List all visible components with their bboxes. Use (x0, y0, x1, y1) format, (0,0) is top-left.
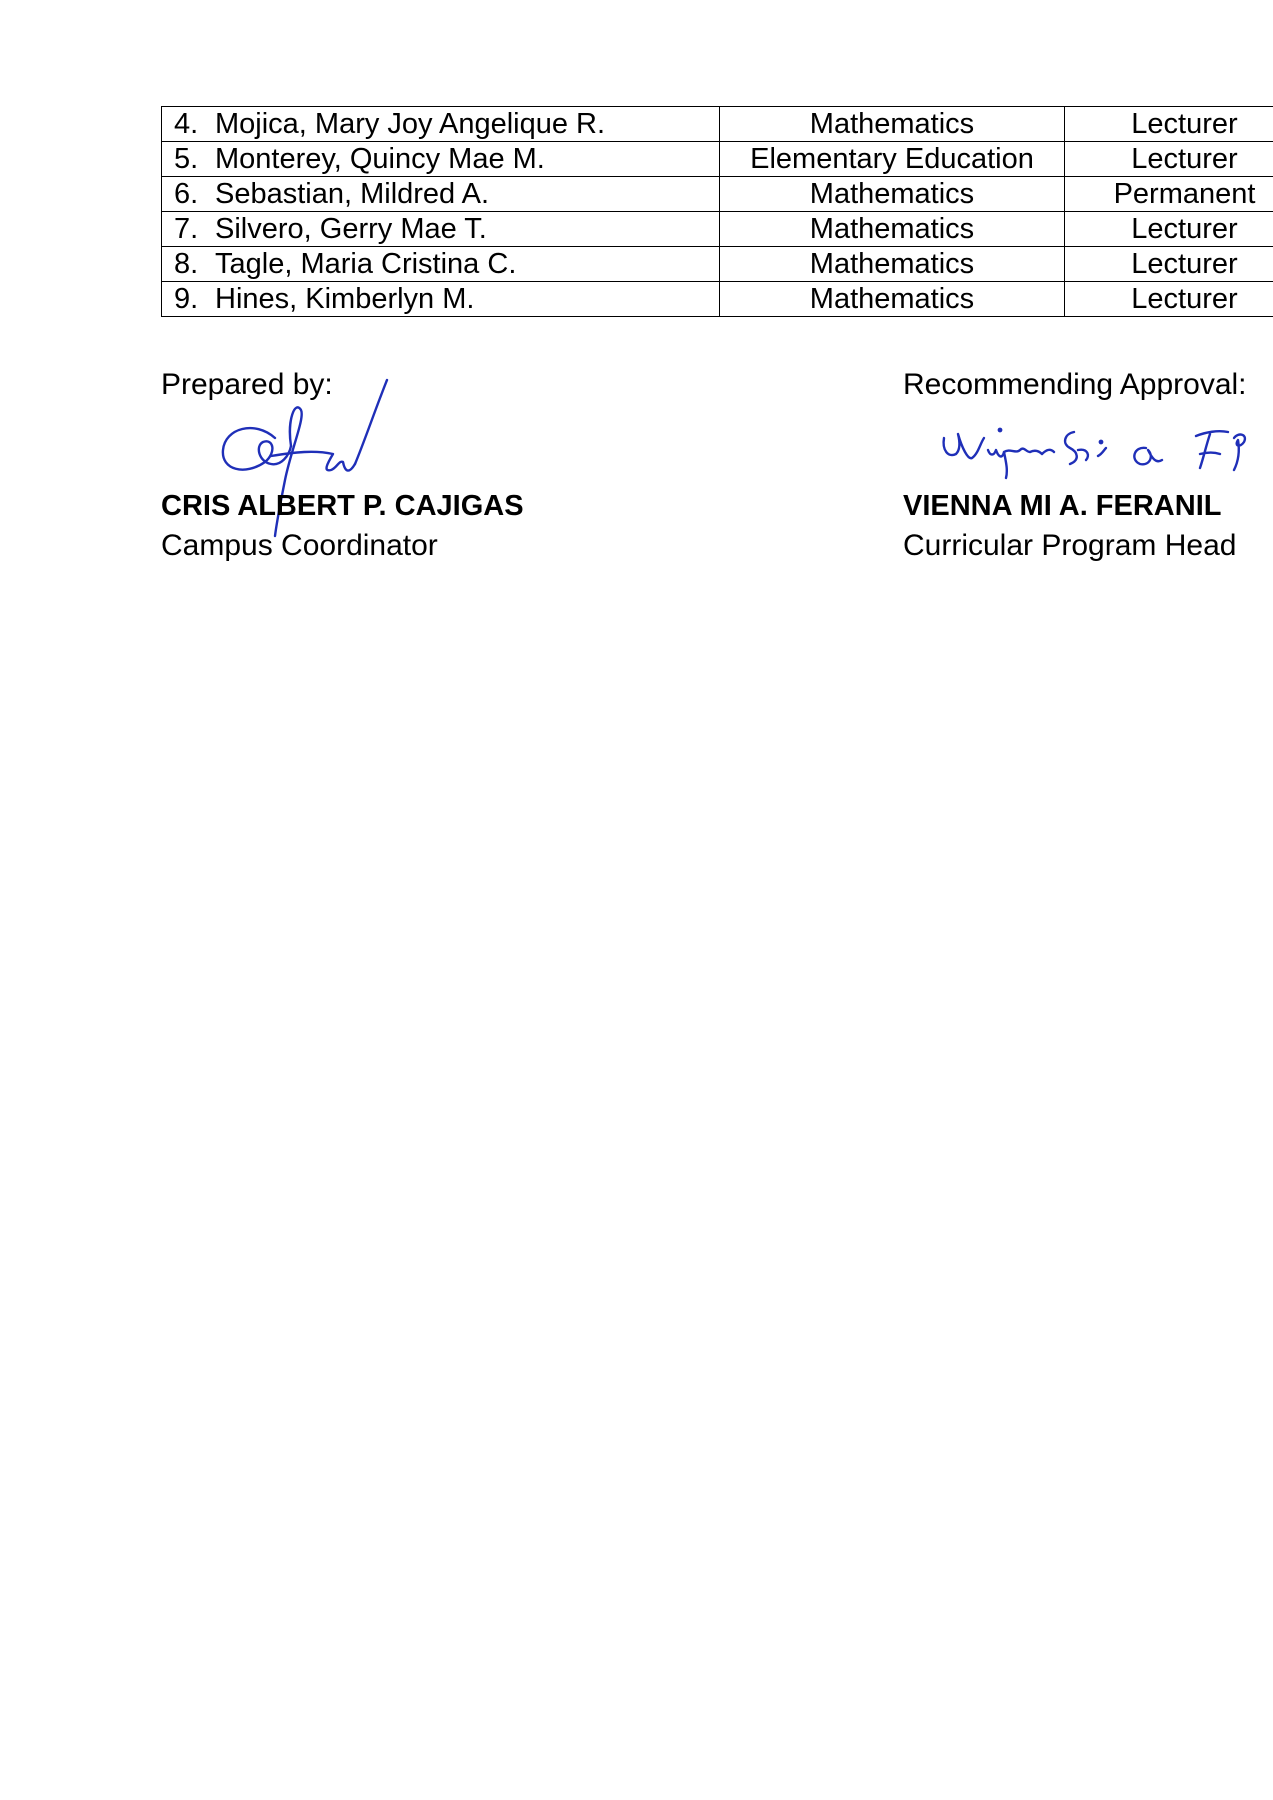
faculty-name: Hines, Kimberlyn M. (215, 283, 475, 315)
table-row: 8. Tagle, Maria Cristina C. Mathematics L… (161, 246, 1273, 282)
faculty-name: Monterey, Quincy Mae M. (215, 143, 545, 175)
row-number: 6. (174, 178, 199, 210)
status-cell: Lecturer (1064, 281, 1273, 317)
department-cell: Elementary Education (719, 141, 1065, 177)
document-page: 4. Mojica, Mary Joy Angelique R. Mathemat… (0, 0, 1273, 1800)
department-cell: Mathematics (719, 246, 1065, 282)
faculty-name: Tagle, Maria Cristina C. (215, 248, 517, 280)
name-cell: 5. Monterey, Quincy Mae M. (161, 141, 720, 177)
signature-feranil-icon (942, 427, 1247, 480)
preparer-title: Campus Coordinator (161, 529, 438, 562)
table-row: 4. Mojica, Mary Joy Angelique R. Mathemat… (161, 106, 1273, 142)
status-cell: Lecturer (1064, 246, 1273, 282)
name-cell: 6. Sebastian, Mildred A. (161, 176, 720, 212)
table-row: 5. Monterey, Quincy Mae M. Elementary Edu… (161, 141, 1273, 177)
table-row: 6. Sebastian, Mildred A. Mathematics Perm… (161, 176, 1273, 212)
recommender-name: VIENNA MI A. FERANIL (903, 490, 1222, 522)
status-cell: Lecturer (1064, 106, 1273, 142)
name-cell: 9. Hines, Kimberlyn M. (161, 281, 720, 317)
preparer-name: CRIS ALBERT P. CAJIGAS (161, 490, 524, 522)
status-cell: Lecturer (1064, 141, 1273, 177)
row-number: 4. (174, 108, 199, 140)
row-number: 9. (174, 283, 199, 315)
row-number: 7. (174, 213, 199, 245)
row-number: 5. (174, 143, 199, 175)
recommender-title: Curricular Program Head (903, 529, 1237, 562)
faculty-table: 4. Mojica, Mary Joy Angelique R. Mathemat… (161, 106, 1273, 317)
name-cell: 4. Mojica, Mary Joy Angelique R. (161, 106, 720, 142)
table-row: 7. Silvero, Gerry Mae T. Mathematics Lect… (161, 211, 1273, 247)
name-cell: 8. Tagle, Maria Cristina C. (161, 246, 720, 282)
status-cell: Permanent (1064, 176, 1273, 212)
department-cell: Mathematics (719, 176, 1065, 212)
faculty-name: Silvero, Gerry Mae T. (215, 213, 487, 245)
name-cell: 7. Silvero, Gerry Mae T. (161, 211, 720, 247)
row-number: 8. (174, 248, 199, 280)
department-cell: Mathematics (719, 281, 1065, 317)
recommending-approval-label: Recommending Approval: (903, 368, 1247, 401)
faculty-name: Sebastian, Mildred A. (215, 178, 490, 210)
faculty-name: Mojica, Mary Joy Angelique R. (215, 108, 606, 140)
table-row: 9. Hines, Kimberlyn M. Mathematics Lectur… (161, 281, 1273, 317)
department-cell: Mathematics (719, 106, 1065, 142)
status-cell: Lecturer (1064, 211, 1273, 247)
department-cell: Mathematics (719, 211, 1065, 247)
